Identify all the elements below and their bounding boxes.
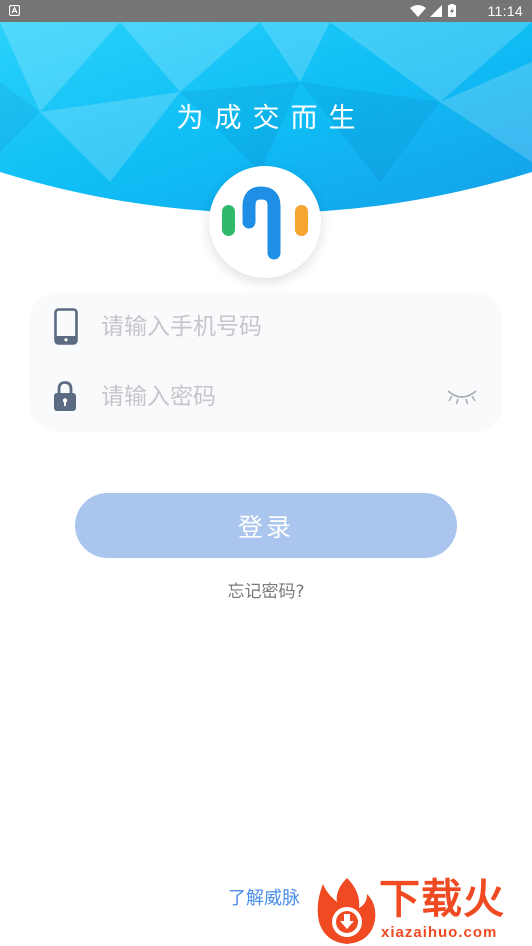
phone-input[interactable] bbox=[101, 309, 431, 345]
about-link[interactable]: 了解威脉 bbox=[228, 884, 300, 910]
phone-field-row bbox=[29, 292, 503, 362]
phone-icon bbox=[54, 308, 78, 345]
android-notification-icon bbox=[9, 5, 20, 16]
system-status-icons bbox=[410, 4, 456, 17]
app-slogan: 为成交而生 bbox=[176, 103, 367, 134]
login-form-card bbox=[29, 292, 503, 432]
audio-bars-logo-icon bbox=[222, 186, 308, 260]
status-time: 11:14 bbox=[487, 3, 523, 19]
password-input[interactable] bbox=[101, 379, 431, 415]
cellular-signal-icon bbox=[430, 5, 442, 17]
password-field-row bbox=[29, 362, 503, 432]
watermark: 下载火 xiazaihuo.com bbox=[313, 872, 532, 946]
app-logo bbox=[209, 166, 321, 278]
flame-download-icon bbox=[317, 878, 376, 944]
lock-icon bbox=[54, 381, 76, 411]
watermark-url: xiazaihuo.com bbox=[381, 924, 498, 941]
battery-charging-icon bbox=[448, 4, 456, 17]
eye-closed-icon[interactable] bbox=[446, 387, 478, 405]
wifi-icon bbox=[410, 5, 426, 17]
status-bar: 11:14 bbox=[0, 0, 532, 22]
watermark-title: 下载火 bbox=[379, 875, 505, 923]
login-button[interactable]: 登录 bbox=[75, 493, 457, 558]
forgot-password-link[interactable]: 忘记密码? bbox=[0, 577, 532, 602]
